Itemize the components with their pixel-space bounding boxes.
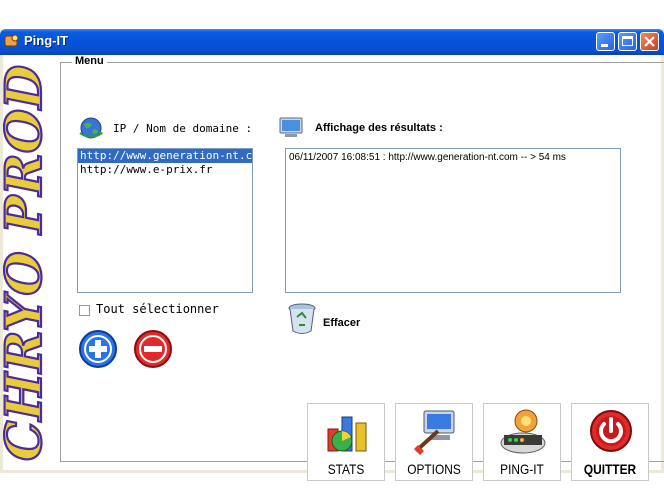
select-all-label[interactable]: Tout sélectionner xyxy=(96,302,219,316)
maximize-button[interactable] xyxy=(618,32,637,51)
client-area: CHRYO PROD Menu IP / Nom de domaine : ht… xyxy=(3,55,664,481)
stats-label: STATS xyxy=(327,461,365,477)
results-box[interactable]: 06/11/2007 16:08:51 : http://www.generat… xyxy=(285,148,621,293)
minimize-button[interactable] xyxy=(596,32,615,51)
results-label: Affichage des résultats : xyxy=(315,122,443,134)
options-label: OPTIONS xyxy=(407,461,461,477)
quit-button[interactable]: QUITTER xyxy=(571,403,649,481)
hosts-listbox[interactable]: http://www.generation-nt.com http://www.… xyxy=(77,148,253,293)
select-all-checkbox[interactable] xyxy=(79,305,90,316)
minus-icon xyxy=(144,346,162,352)
clear-label[interactable]: Effacer xyxy=(323,317,360,329)
chart-icon xyxy=(327,416,367,452)
window-title: Ping-IT xyxy=(24,33,69,48)
close-button[interactable] xyxy=(640,32,659,51)
recycle-bin-icon[interactable] xyxy=(287,303,317,335)
quit-label: QUITTER xyxy=(583,461,637,477)
minimize-icon xyxy=(601,44,608,47)
add-host-button[interactable] xyxy=(78,329,118,369)
monitor-icon xyxy=(279,117,303,137)
maximize-icon xyxy=(622,36,633,46)
close-icon xyxy=(644,36,655,47)
title-bar[interactable]: Ping-IT xyxy=(0,29,664,55)
sidebar-logo: CHRYO PROD xyxy=(3,64,54,462)
host-item[interactable]: http://www.generation-nt.com xyxy=(78,149,252,163)
app-window: Ping-IT CHRYO PROD Menu IP / Nom de doma… xyxy=(0,29,664,481)
options-button[interactable]: OPTIONS xyxy=(395,403,473,481)
remove-host-button[interactable] xyxy=(133,329,173,369)
ping-icon xyxy=(500,409,546,454)
host-item[interactable]: http://www.e-prix.fr xyxy=(78,163,252,177)
globe-icon xyxy=(79,117,103,139)
ping-button[interactable]: PING-IT xyxy=(483,403,561,481)
sidebar-logo-text: CHRYO PROD xyxy=(3,65,53,461)
menu-legend: Menu xyxy=(72,55,107,67)
stats-button[interactable]: STATS xyxy=(307,403,385,481)
result-line: 06/11/2007 16:08:51 : http://www.generat… xyxy=(289,152,566,163)
hosts-label: IP / Nom de domaine : xyxy=(113,122,253,135)
ping-label: PING-IT xyxy=(500,461,544,477)
power-icon xyxy=(590,410,632,452)
options-icon xyxy=(414,410,455,455)
ping-app-icon xyxy=(4,34,19,47)
